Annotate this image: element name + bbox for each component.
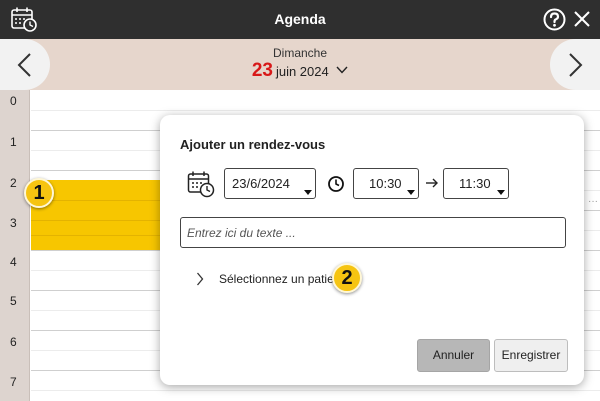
date-select[interactable]: 23/6/2024 (224, 168, 316, 199)
save-button[interactable]: Enregistrer (494, 339, 568, 372)
clock-icon (328, 176, 344, 192)
caret-down-icon (407, 190, 415, 195)
date-value: 23/6/2024 (232, 176, 290, 191)
hour-label: 5 (10, 294, 17, 308)
day-name: Dimanche (272, 46, 328, 60)
window-title: Agenda (274, 11, 326, 27)
select-patient-label: Sélectionnez un patient (219, 272, 336, 286)
chevron-down-icon (336, 66, 348, 74)
add-appointment-dialog: Ajouter un rendez-vous 23/6/2024 10:30 1… (160, 115, 584, 385)
arrow-right-icon (426, 178, 438, 188)
cancel-button[interactable]: Annuler (417, 339, 490, 372)
next-day-button[interactable] (550, 39, 600, 90)
caret-down-icon (304, 190, 312, 195)
more-dots: ··· (588, 196, 598, 207)
select-patient-row[interactable]: Sélectionnez un patient (196, 265, 336, 293)
hour-label: 2 (10, 176, 17, 190)
date-picker-toggle[interactable]: 23 juin 2024 (0, 60, 600, 82)
callout-badge-2: 2 (332, 263, 362, 293)
dialog-title: Ajouter un rendez-vous (180, 137, 326, 152)
hour-label: 6 (10, 335, 17, 349)
start-time-value: 10:30 (369, 176, 402, 191)
appointment-text-input[interactable] (180, 217, 566, 248)
chevron-right-icon (197, 272, 204, 286)
hour-label: 3 (10, 216, 17, 230)
end-time-value: 11:30 (459, 176, 491, 191)
calendar-clock-icon (187, 171, 215, 198)
month-year: juin 2024 (275, 64, 329, 79)
hour-label: 1 (10, 135, 17, 149)
caret-down-icon (497, 190, 505, 195)
help-circle-icon[interactable] (543, 8, 566, 31)
hour-label: 4 (10, 255, 17, 269)
hour-label: 0 (10, 94, 17, 108)
close-icon[interactable] (572, 9, 592, 29)
day-number: 23 (251, 60, 273, 81)
start-time-select[interactable]: 10:30 (353, 168, 419, 199)
chevron-right-icon (569, 53, 583, 77)
end-time-select[interactable]: 11:30 (443, 168, 509, 199)
callout-badge-1: 1 (24, 178, 54, 208)
hour-gutter: 0 1 2 3 4 5 6 7 (0, 90, 30, 401)
title-bar: Agenda (0, 0, 600, 39)
hour-label: 7 (10, 375, 17, 389)
date-navigation-bar: Dimanche 23 juin 2024 (0, 39, 600, 90)
